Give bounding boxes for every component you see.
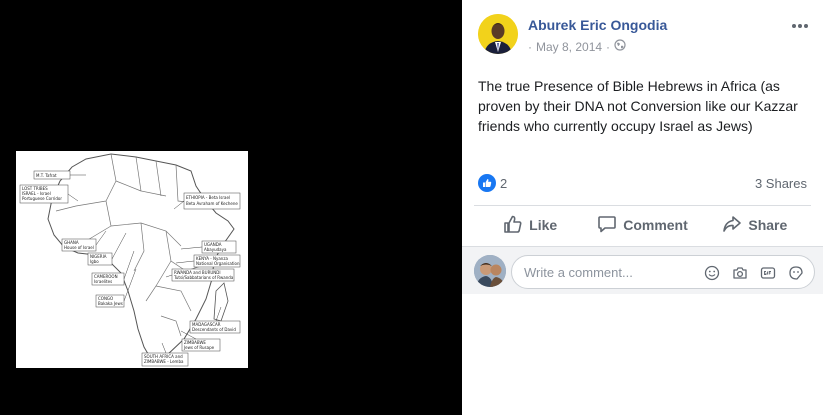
post-header: Aburek Eric Ongodia · May 8, 2014 · <box>478 14 811 58</box>
globe-icon[interactable] <box>614 39 626 54</box>
map-label: Portuguese Corridor <box>22 196 62 201</box>
sticker-icon[interactable] <box>786 263 806 283</box>
africa-map: M.T. Tafrat LOST TRIBES ISRAEL - Israel … <box>19 153 241 367</box>
post-photo[interactable]: M.T. Tafrat LOST TRIBES ISRAEL - Israel … <box>16 151 248 368</box>
comment-tools <box>702 263 806 283</box>
comment-input[interactable]: Write a comment... <box>511 255 815 289</box>
map-label: Igbo <box>90 259 99 264</box>
reaction-summary[interactable]: 2 <box>478 174 507 192</box>
like-label: Like <box>529 217 558 233</box>
share-button[interactable]: Share <box>699 207 811 243</box>
thumbs-up-outline-icon <box>503 214 523 237</box>
meta-separator: · <box>606 39 611 54</box>
share-icon <box>722 214 742 237</box>
emoji-icon[interactable] <box>702 263 722 283</box>
author-name[interactable]: Aburek Eric Ongodia <box>528 17 667 33</box>
comment-composer: Write a comment... <box>462 246 823 294</box>
map-label: M.T. Tafrat <box>36 173 57 178</box>
comment-label: Comment <box>623 217 688 233</box>
thumbs-up-icon <box>478 174 496 192</box>
meta-separator: · <box>528 39 532 54</box>
author-avatar[interactable] <box>478 14 518 54</box>
comment-button[interactable]: Comment <box>586 207 698 243</box>
map-label: Abayudaya <box>204 247 227 252</box>
reaction-count: 2 <box>500 175 508 191</box>
camera-icon[interactable] <box>730 263 750 283</box>
map-label: House of Israel <box>64 245 94 250</box>
divider <box>474 205 811 206</box>
dot-icon <box>804 24 808 28</box>
post-date[interactable]: May 8, 2014 <box>536 40 602 54</box>
dot-icon <box>792 24 796 28</box>
map-label: Beta Avraham of Kechene <box>186 201 238 206</box>
gif-icon[interactable] <box>758 263 778 283</box>
viewer-avatar[interactable] <box>474 255 506 287</box>
shares-count[interactable]: 3 Shares <box>755 176 807 191</box>
map-label: Descendants of David <box>192 327 236 332</box>
post-meta: · May 8, 2014 · <box>528 39 626 54</box>
map-label: ZIMBABWE - Lemba <box>144 359 184 364</box>
map-label: Tutsi/Sabbatarians of Rwanda <box>173 275 234 280</box>
map-label: Bakaka Jews <box>98 301 123 306</box>
comment-placeholder: Write a comment... <box>524 265 633 280</box>
comment-icon <box>597 214 617 237</box>
map-label: ETHIOPIA - Beta Israel <box>186 195 230 200</box>
map-label: National Organisation <box>196 261 240 266</box>
post-stats: 2 3 Shares <box>478 174 807 194</box>
photo-viewer: M.T. Tafrat LOST TRIBES ISRAEL - Israel … <box>0 0 462 415</box>
like-button[interactable]: Like <box>474 207 586 243</box>
map-label: Israelites <box>94 279 112 284</box>
post-text: The true Presence of Bible Hebrews in Af… <box>478 78 798 134</box>
map-label: Jews of Rusape <box>183 345 215 350</box>
more-options-button[interactable] <box>789 16 811 36</box>
share-label: Share <box>748 217 788 233</box>
post-sidebar: Aburek Eric Ongodia · May 8, 2014 · The … <box>462 0 823 415</box>
post-actions: Like Comment Share <box>474 207 811 243</box>
dot-icon <box>798 24 802 28</box>
